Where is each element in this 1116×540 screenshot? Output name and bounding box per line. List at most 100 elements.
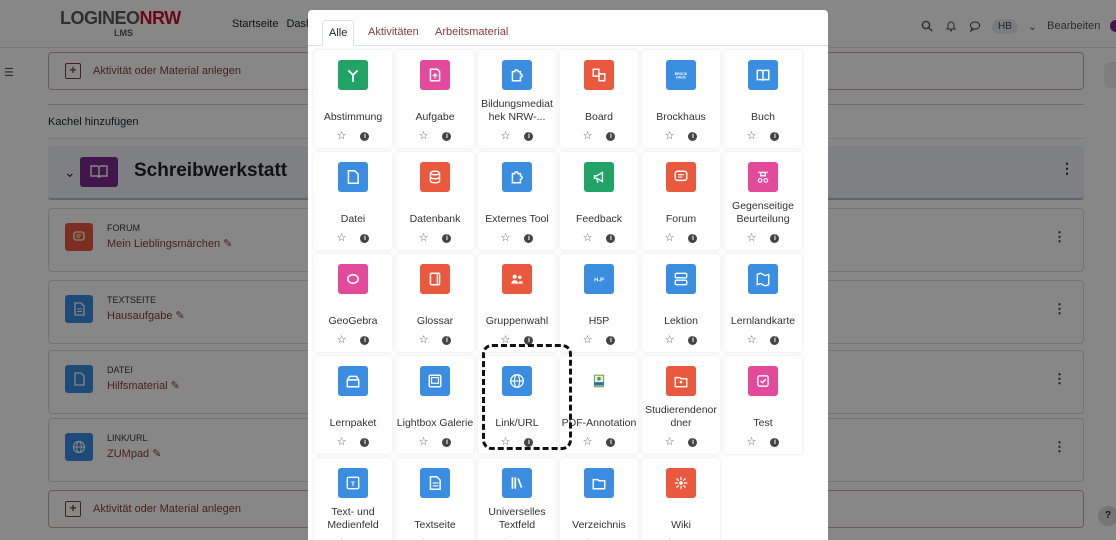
page-icon (420, 468, 450, 498)
info-icon[interactable]: i (442, 437, 452, 447)
star-icon[interactable]: ☆ (501, 129, 511, 142)
tab-arbeitsmaterial[interactable]: Arbeitsmaterial (429, 20, 514, 46)
activity-tile[interactable]: Lernpaket ☆ i (314, 356, 392, 454)
star-icon[interactable]: ☆ (665, 231, 675, 244)
activity-tile[interactable]: Feedback ☆ i (560, 152, 638, 250)
info-icon[interactable]: i (688, 233, 698, 243)
star-icon[interactable]: ☆ (665, 435, 675, 448)
star-icon[interactable]: ☆ (501, 231, 511, 244)
activity-tile[interactable]: Verzeichnis☆i (560, 458, 638, 540)
info-icon[interactable]: i (770, 437, 780, 447)
folder-users-icon (666, 366, 696, 396)
activity-tile[interactable]: Bildungsmediat hek NRW-... ☆ i (478, 50, 556, 148)
info-icon[interactable]: i (360, 437, 370, 447)
tab-aktivitaeten[interactable]: Aktivitäten (362, 20, 425, 46)
activity-tile[interactable]: Forum ☆ i (642, 152, 720, 250)
activity-tile[interactable]: Lernlandkarte ☆ i (724, 254, 802, 352)
activity-tile[interactable]: Textseite☆i (396, 458, 474, 540)
star-icon[interactable]: ☆ (419, 435, 429, 448)
activity-tile-name: Universelles Textfeld (488, 506, 546, 531)
activity-tile-name: Bildungsmediat hek NRW-... (481, 98, 553, 123)
star-icon[interactable]: ☆ (747, 231, 757, 244)
activity-tile[interactable]: Board ☆ i (560, 50, 638, 148)
star-icon[interactable]: ☆ (501, 333, 511, 346)
activity-tile[interactable]: Externes Tool ☆ i (478, 152, 556, 250)
activity-tile-name: Board (584, 111, 614, 123)
activity-tile[interactable]: Gegenseitige Beurteilung ☆ i (724, 152, 802, 250)
activity-tile[interactable]: Universelles Textfeld☆i (478, 458, 556, 540)
activity-tile[interactable]: Wiki☆i (642, 458, 720, 540)
activity-tile[interactable]: H-P H5P ☆ i (560, 254, 638, 352)
activity-tile[interactable]: GeoGebra ☆ i (314, 254, 392, 352)
info-icon[interactable]: i (360, 233, 370, 243)
info-icon[interactable]: i (606, 437, 616, 447)
activity-tile[interactable]: BROCK HAUS Brockhaus ☆ i (642, 50, 720, 148)
activity-tile[interactable]: Buch ☆ i (724, 50, 802, 148)
star-icon[interactable]: ☆ (583, 231, 593, 244)
info-icon[interactable]: i (688, 437, 698, 447)
activity-tile[interactable]: Datei ☆ i (314, 152, 392, 250)
activity-tile-name: Studierendenor dner (645, 404, 717, 429)
info-icon[interactable]: i (524, 233, 534, 243)
activity-tile-name: H5P (588, 315, 610, 327)
star-icon[interactable]: ☆ (337, 231, 347, 244)
activity-tile[interactable]: Gruppenwahl ☆ i (478, 254, 556, 352)
activity-tile[interactable]: Studierendenor dner ☆ i (642, 356, 720, 454)
star-icon[interactable]: ☆ (747, 435, 757, 448)
star-icon[interactable]: ☆ (337, 129, 347, 142)
info-icon[interactable]: i (606, 131, 616, 141)
info-icon[interactable]: i (442, 335, 452, 345)
star-icon[interactable]: ☆ (419, 129, 429, 142)
star-icon[interactable]: ☆ (337, 333, 347, 346)
activity-tile[interactable]: Aufgabe ☆ i (396, 50, 474, 148)
info-icon[interactable]: i (360, 131, 370, 141)
info-icon[interactable]: i (770, 335, 780, 345)
megaphone-icon (584, 162, 614, 192)
puzzle-icon (502, 60, 532, 90)
activity-tile[interactable]: TText- und Medienfeld☆i (314, 458, 392, 540)
star-icon[interactable]: ☆ (665, 333, 675, 346)
activity-tile-name: Buch (751, 111, 775, 123)
star-icon[interactable]: ☆ (583, 129, 593, 142)
info-icon[interactable]: i (524, 437, 534, 447)
activity-tile-name: Textseite (414, 519, 456, 531)
info-icon[interactable]: i (770, 233, 780, 243)
activity-tile[interactable]: PDF-Annotation ☆ i (560, 356, 638, 454)
activity-tile[interactable]: Glossar ☆ i (396, 254, 474, 352)
activity-tile[interactable]: Lektion ☆ i (642, 254, 720, 352)
activity-tile[interactable]: Abstimmung ☆ i (314, 50, 392, 148)
quiz-icon (748, 366, 778, 396)
info-icon[interactable]: i (688, 131, 698, 141)
info-icon[interactable]: i (524, 335, 534, 345)
star-icon[interactable]: ☆ (747, 333, 757, 346)
star-icon[interactable]: ☆ (747, 129, 757, 142)
info-icon[interactable]: i (770, 131, 780, 141)
star-icon[interactable]: ☆ (665, 129, 675, 142)
info-icon[interactable]: i (360, 335, 370, 345)
star-icon[interactable]: ☆ (419, 333, 429, 346)
star-icon[interactable]: ☆ (337, 435, 347, 448)
assignment-icon (420, 60, 450, 90)
info-icon[interactable]: i (524, 131, 534, 141)
database-icon (420, 162, 450, 192)
activity-tile[interactable]: Lightbox Galerie ☆ i (396, 356, 474, 454)
activity-tile[interactable]: Link/URL ☆ i (478, 356, 556, 454)
info-icon[interactable]: i (688, 335, 698, 345)
activity-tile[interactable]: Datenbank ☆ i (396, 152, 474, 250)
star-icon[interactable]: ☆ (583, 435, 593, 448)
info-icon[interactable]: i (606, 233, 616, 243)
activity-chooser-modal: Alle Aktivitäten Arbeitsmaterial Abstimm… (308, 10, 828, 540)
choice-icon (338, 60, 368, 90)
info-icon[interactable]: i (442, 131, 452, 141)
star-icon[interactable]: ☆ (501, 435, 511, 448)
activity-tile[interactable]: Test ☆ i (724, 356, 802, 454)
activity-tile-name: Brockhaus (656, 111, 706, 123)
star-icon[interactable]: ☆ (583, 333, 593, 346)
tab-alle[interactable]: Alle (322, 20, 355, 46)
pdf-icon (584, 366, 614, 396)
globe-icon (502, 366, 532, 396)
brockhaus-icon: BROCK HAUS (666, 60, 696, 90)
star-icon[interactable]: ☆ (419, 231, 429, 244)
info-icon[interactable]: i (606, 335, 616, 345)
info-icon[interactable]: i (442, 233, 452, 243)
